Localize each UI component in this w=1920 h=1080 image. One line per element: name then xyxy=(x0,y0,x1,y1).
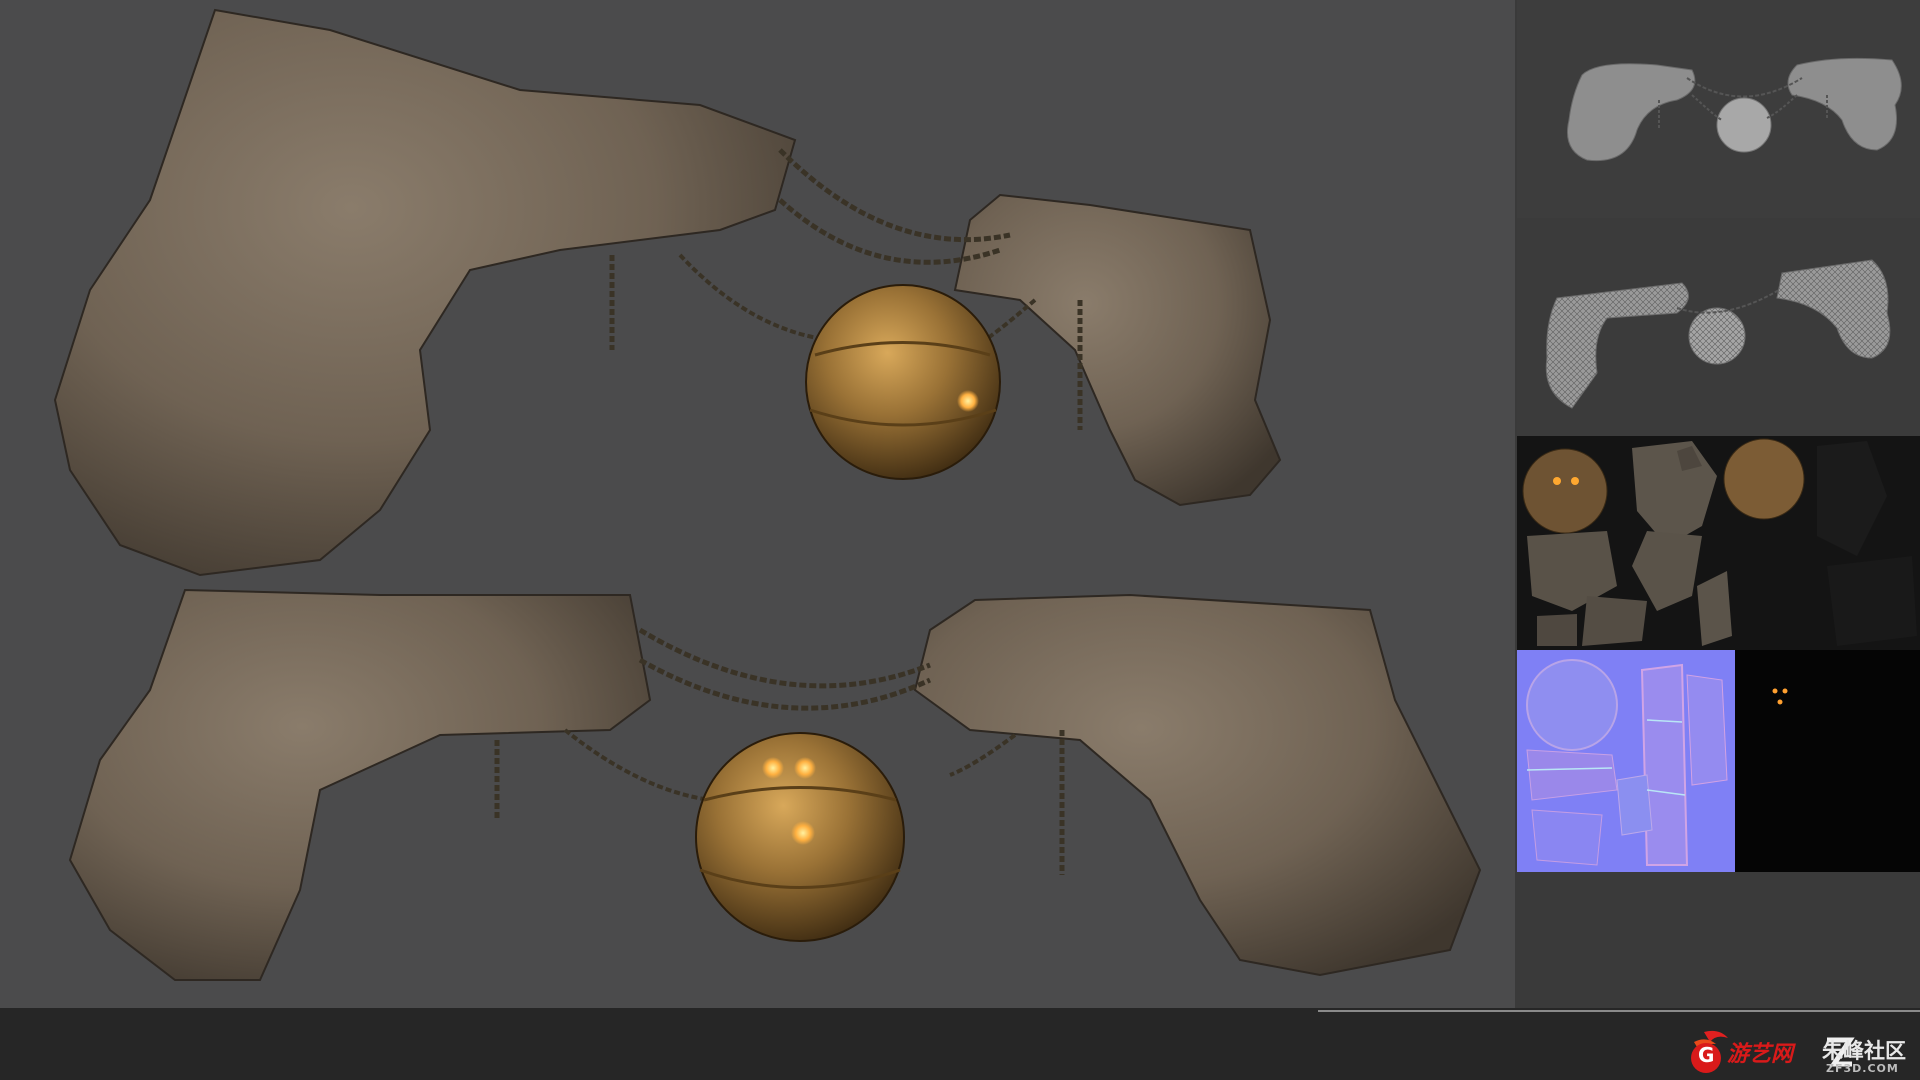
3d-viewport[interactable] xyxy=(0,0,1515,1008)
ao-render-thumbnail-icon xyxy=(1567,57,1902,162)
wireframe-render-thumbnail-icon xyxy=(1545,259,1891,409)
diffuse-texture-atlas-icon xyxy=(1522,438,1917,646)
rock-asset-bottom xyxy=(68,588,1482,981)
rock-asset-top xyxy=(53,8,1282,577)
wireframe-render-panel[interactable] xyxy=(1517,218,1920,436)
normal-map-panel[interactable] xyxy=(1517,650,1735,872)
scene-render xyxy=(53,8,1482,981)
watermark-site-name-primary: 游艺网 xyxy=(1727,1042,1794,1067)
diffuse-texture-panel[interactable] xyxy=(1517,436,1920,650)
bottom-bar xyxy=(0,1008,1920,1080)
watermark-url: ZF3D.COM xyxy=(1826,1062,1899,1075)
normal-map-texture-icon xyxy=(1526,659,1728,866)
emissive-map-texture-icon xyxy=(1772,688,1788,705)
emissive-map-panel[interactable] xyxy=(1735,650,1920,872)
watermark-site-name-secondary: 朱峰社区 xyxy=(1822,1039,1906,1063)
divider-line xyxy=(1318,1010,1920,1012)
watermark-logo-letter: G xyxy=(1698,1043,1715,1067)
ao-render-panel[interactable] xyxy=(1517,0,1920,218)
